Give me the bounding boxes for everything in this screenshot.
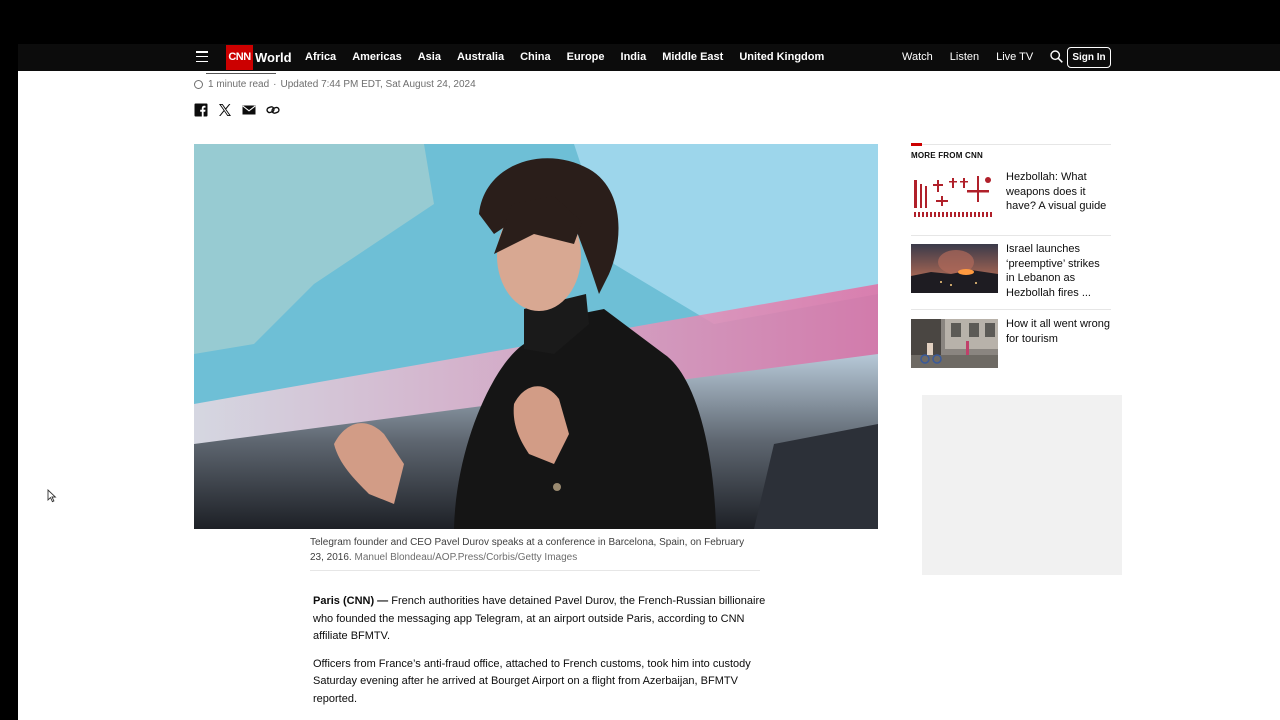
link-icon[interactable] xyxy=(266,103,280,117)
nav-link-americas[interactable]: Americas xyxy=(352,51,402,63)
nav-links: Africa Americas Asia Australia China Eur… xyxy=(305,51,840,63)
image-credit: Manuel Blondeau/AOP.Press/Corbis/Getty I… xyxy=(354,552,578,563)
email-icon[interactable] xyxy=(242,103,256,117)
sidebar-divider xyxy=(911,144,1111,145)
section-title[interactable]: World xyxy=(255,50,292,65)
clock-icon xyxy=(194,80,203,89)
sidebar-item-israel-strikes[interactable]: Israel launches ‘preemptive’ strikes in … xyxy=(911,242,1111,300)
meta-separator: · xyxy=(273,79,277,90)
nav-link-middle-east[interactable]: Middle East xyxy=(662,51,723,63)
nav-link-china[interactable]: China xyxy=(520,51,551,63)
updated-time: Updated 7:44 PM EDT, Sat August 24, 2024 xyxy=(280,79,476,90)
article-paragraph: Officers from France’s anti-fraud office… xyxy=(313,657,751,705)
nav-link-africa[interactable]: Africa xyxy=(305,51,336,63)
byline-fragment xyxy=(194,71,304,75)
hamburger-menu-icon[interactable] xyxy=(196,51,208,63)
sidebar-item-title[interactable]: Israel launches ‘preemptive’ strikes in … xyxy=(1006,242,1111,300)
image-caption: Telegram founder and CEO Pavel Durov spe… xyxy=(310,535,760,565)
nav-link-india[interactable]: India xyxy=(621,51,647,63)
page: CNN World Africa Americas Asia Australia… xyxy=(18,44,1280,720)
hero-image[interactable] xyxy=(194,144,878,529)
share-bar xyxy=(194,103,280,117)
top-nav: CNN World Africa Americas Asia Australia… xyxy=(18,44,1280,71)
x-icon[interactable] xyxy=(218,103,232,117)
sidebar-separator xyxy=(911,309,1111,310)
article-paragraph: Paris (CNN) — French authorities have de… xyxy=(313,593,768,646)
nav-link-united-kingdom[interactable]: United Kingdom xyxy=(739,51,824,63)
sign-in-button[interactable]: Sign In xyxy=(1067,47,1111,68)
thumbnail[interactable] xyxy=(911,172,998,221)
nav-live-tv[interactable]: Live TV xyxy=(996,51,1033,63)
sidebar-item-title[interactable]: How it all went wrong for tourism xyxy=(1006,317,1111,368)
nav-right: Watch Listen Live TV xyxy=(902,49,1076,63)
read-time: 1 minute read xyxy=(208,79,270,90)
facebook-icon[interactable] xyxy=(194,103,208,117)
sidebar-item-hezbollah-weapons[interactable]: Hezbollah: What weapons does it have? A … xyxy=(911,170,1111,221)
sidebar-heading: MORE FROM CNN xyxy=(911,151,983,160)
sidebar-accent xyxy=(911,143,922,146)
sidebar-item-title[interactable]: Hezbollah: What weapons does it have? A … xyxy=(1006,170,1111,221)
nav-listen[interactable]: Listen xyxy=(950,51,979,63)
search-icon[interactable] xyxy=(1050,49,1064,63)
caption-divider xyxy=(310,570,760,571)
cnn-logo[interactable]: CNN xyxy=(226,45,253,70)
nav-link-australia[interactable]: Australia xyxy=(457,51,504,63)
nav-watch[interactable]: Watch xyxy=(902,51,933,63)
nav-link-europe[interactable]: Europe xyxy=(567,51,605,63)
sidebar-item-tourism[interactable]: How it all went wrong for tourism xyxy=(911,317,1111,368)
thumbnail[interactable] xyxy=(911,244,998,293)
mouse-cursor-icon xyxy=(47,489,57,503)
article-body: Paris (CNN) — French authorities have de… xyxy=(313,593,768,718)
sidebar-separator xyxy=(911,235,1111,236)
thumbnail[interactable] xyxy=(911,319,998,368)
dateline: Paris (CNN) — xyxy=(313,595,389,607)
nav-link-asia[interactable]: Asia xyxy=(418,51,441,63)
advertisement-placeholder[interactable] xyxy=(922,395,1122,575)
article-meta: 1 minute read · Updated 7:44 PM EDT, Sat… xyxy=(194,79,476,90)
